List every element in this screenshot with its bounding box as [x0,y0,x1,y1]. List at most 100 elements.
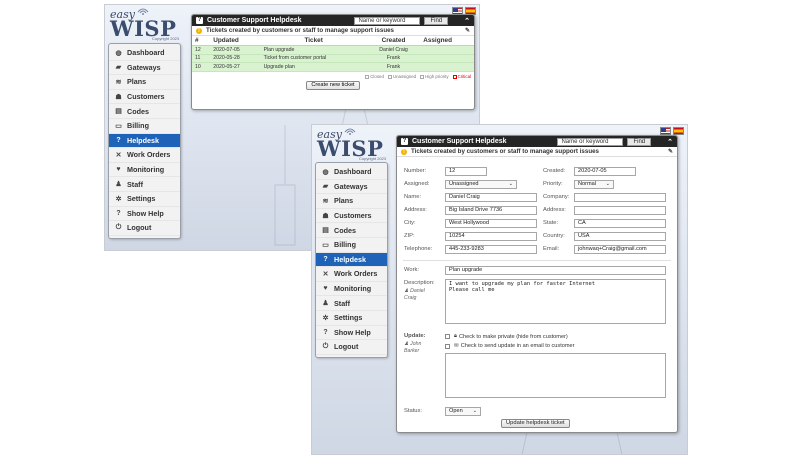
sidebar-item-customers[interactable]: ☗ Customers [109,90,180,105]
billing-icon: ▭ [115,122,122,130]
spanish-flag-icon[interactable] [673,127,684,135]
sidebar-item-show-help[interactable]: ? Show Help [109,207,180,222]
priority-select[interactable]: Normal ⌄ [574,180,614,189]
address2-field[interactable] [574,206,666,215]
monitoring-icon: ♥ [116,166,121,174]
zip-field[interactable]: 10254 [445,232,537,241]
sidebar-item-plans[interactable]: ≋ Plans [109,75,180,90]
sidebar-item-show-help[interactable]: ? Show Help [316,326,387,341]
sidebar-item-settings[interactable]: ✲ Settings [109,192,180,207]
sidebar-item-billing[interactable]: ▭ Billing [316,238,387,253]
sidebar-item-staff[interactable]: ♟ Staff [109,177,180,192]
sidebar-item-monitoring[interactable]: ♥ Monitoring [316,282,387,297]
country-label: Country: [543,233,565,239]
find-button[interactable]: Find [627,137,652,146]
address-field[interactable]: Big Island Drive 7736 [445,206,537,215]
sidebar-item-label: Plans [334,196,354,206]
search-input[interactable]: Name or keyword [557,137,624,146]
column-header[interactable]: Created [366,36,421,46]
sidebar-item-codes[interactable]: ▤ Codes [109,104,180,119]
sidebar-item-label: Staff [127,179,143,189]
sidebar-item-work-orders[interactable]: ✕ Work Orders [316,267,387,282]
logout-icon: ⏻ [115,223,122,231]
number-label: Number: [404,168,427,174]
settings-icon: ✲ [115,195,122,203]
search-input[interactable]: Name or keyword [354,16,421,25]
envelope-icon: ✉ [454,343,459,349]
sidebar-item-label: Dashboard [127,48,165,58]
find-button[interactable]: Find [424,16,449,25]
collapse-icon[interactable]: ⌃ [667,138,673,146]
column-header[interactable]: Ticket [260,36,367,46]
sidebar-item-logout[interactable]: ⏻ Logout [109,221,180,236]
ticket-ticket-cell: Ticket from customer portal [260,54,367,64]
tools-icon[interactable]: ✎ [668,148,673,155]
sidebar-item-work-orders[interactable]: ✕ Work Orders [109,148,180,163]
helpdesk-titlebar: ? Customer Support Helpdesk Name or keyw… [397,136,677,147]
lock-icon: 🔒︎ [454,333,457,339]
collapse-icon[interactable]: ⌃ [464,17,470,25]
tickets-table: # Updated Ticket Created Assigned 12 2020-07-… [192,36,474,72]
create-ticket-button[interactable]: Create new ticket [306,80,360,90]
sidebar-item-dashboard[interactable]: ◍ Dashboard [109,46,180,61]
sidebar-item-staff[interactable]: ♟ Staff [316,296,387,311]
telephone-label: Telephone: [404,246,433,252]
easywisp-logo[interactable]: easy WISP Copyright 2023 [315,128,395,164]
assigned-select[interactable]: Unassigned ⌄ [445,180,517,189]
sidebar-item-helpdesk[interactable]: ? Helpdesk [316,252,387,268]
sidebar-item-label: Show Help [334,327,371,337]
sidebar-item-logout[interactable]: ⏻ Logout [316,340,387,355]
sidebar-item-billing[interactable]: ▭ Billing [109,119,180,134]
checkbox[interactable] [445,334,450,339]
city-field[interactable]: West Hollywood [445,219,537,228]
sidebar-item-gateways[interactable]: ▰ Gateways [316,180,387,195]
created-field[interactable]: 2020-07-05 [574,167,636,176]
checkbox[interactable] [445,343,450,349]
number-field[interactable]: 12 [445,167,487,176]
helpdesk-ticket-screen: easy WISP Copyright 2023 ◍ Dashboard ▰ Gate… [311,124,688,455]
info-icon: ! [401,148,407,155]
sidebar-item-gateways[interactable]: ▰ Gateways [109,61,180,76]
legend-critical: Critical [452,74,471,79]
sidebar-item-label: Gateways [334,181,368,191]
sidebar-item-label: Customers [127,92,165,102]
sidebar-item-customers[interactable]: ☗ Customers [316,209,387,224]
sidebar-item-dashboard[interactable]: ◍ Dashboard [316,165,387,180]
tools-icon[interactable]: ✎ [465,27,470,34]
update-ticket-button[interactable]: Update helpdesk ticket [501,419,570,428]
email-field[interactable]: johnwaq+Craig@gmail.com [574,245,666,254]
sidebar-nav: ◍ Dashboard ▰ Gateways ≋ Plans ☗ Customers ▤ Code… [315,162,388,358]
country-field[interactable]: USA [574,232,666,241]
email-update-checkbox[interactable]: ✉ Check to send update in an email to cus… [445,343,575,349]
sidebar-item-label: Monitoring [127,165,165,175]
monitoring-icon: ♥ [323,285,328,293]
status-select[interactable]: Open ⌄ [445,407,481,416]
telephone-field[interactable]: 445-233-9283 [445,245,537,254]
plans-icon: ≋ [115,78,122,86]
table-row[interactable]: 11 2020-05-28 Ticket from customer portal F… [192,54,474,64]
status-label: Status: [404,408,423,414]
table-row[interactable]: 12 2020-07-05 Plan upgrade Daniel Craig [192,45,474,55]
english-flag-icon[interactable] [660,127,671,135]
name-field[interactable]: Daniel Craig [445,193,537,202]
private-checkbox[interactable]: 🔒︎ Check to make private (hide from custo… [445,333,568,340]
state-field[interactable]: CA [574,219,666,228]
easywisp-logo[interactable]: easy WISP Copyright 2023 [108,8,188,44]
sidebar-item-plans[interactable]: ≋ Plans [316,194,387,209]
sidebar-item-codes[interactable]: ▤ Codes [316,223,387,238]
sidebar-item-monitoring[interactable]: ♥ Monitoring [109,163,180,178]
column-header[interactable]: Assigned [420,36,474,46]
work-field[interactable]: Plan upgrade [445,266,666,275]
update-textarea[interactable] [445,353,666,398]
column-header[interactable]: Updated [210,36,261,46]
sidebar-item-settings[interactable]: ✲ Settings [316,311,387,326]
column-header[interactable]: # [192,36,211,46]
company-field[interactable] [574,193,666,202]
sidebar-item-helpdesk[interactable]: ? Helpdesk [109,133,180,149]
email-label: Email: [543,246,560,252]
description-textarea[interactable]: I want to upgrade my plan for faster Int… [445,279,666,324]
table-row[interactable]: 10 2020-05-27 Upgrade plan Frank [192,62,474,72]
critical-swatch [452,74,457,79]
description-author: ♟ Daniel Craig [404,288,425,301]
assigned-label: Assigned: [404,181,430,187]
